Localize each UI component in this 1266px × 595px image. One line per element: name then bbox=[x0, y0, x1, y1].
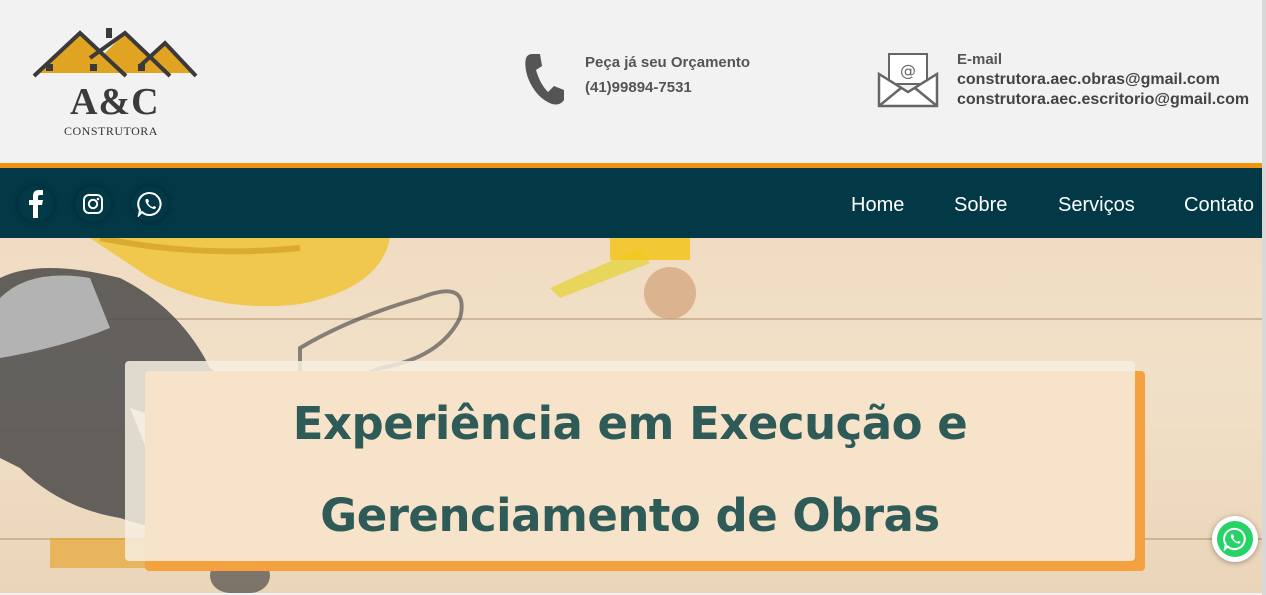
svg-text:@: @ bbox=[900, 61, 916, 80]
phone-icon bbox=[522, 50, 582, 110]
logo-subtitle: CONSTRUTORA bbox=[64, 124, 158, 138]
instagram-icon[interactable] bbox=[75, 186, 111, 222]
facebook-icon[interactable] bbox=[18, 186, 54, 222]
logo-wordmark: A&C bbox=[70, 81, 160, 123]
site-header: A&C CONSTRUTORA Peça já seu Orçamento (4… bbox=[0, 0, 1262, 163]
hero-title-line-2: Gerenciamento de Obras bbox=[320, 489, 940, 542]
nav-about[interactable]: Sobre bbox=[954, 194, 1007, 217]
email-address-obras[interactable]: construtora.aec.obras@gmail.com bbox=[957, 70, 1249, 90]
page-scrollbar[interactable] bbox=[1262, 0, 1266, 595]
hero-title: Experiência em Execução e Gerenciamento … bbox=[125, 378, 1135, 562]
envelope-icon: @ bbox=[877, 52, 939, 112]
email-address-escritorio[interactable]: construtora.aec.escritorio@gmail.com bbox=[957, 90, 1249, 110]
whatsapp-icon bbox=[1217, 521, 1253, 557]
email-contact: @ E-mail construtora.aec.obras@gmail.com… bbox=[877, 51, 1249, 112]
hero-banner: Experiência em Execução e Gerenciamento … bbox=[0, 238, 1262, 593]
whatsapp-icon[interactable] bbox=[132, 186, 168, 222]
whatsapp-floating-button[interactable] bbox=[1212, 516, 1258, 562]
nav-home[interactable]: Home bbox=[851, 194, 904, 217]
email-label: E-mail bbox=[957, 51, 1003, 68]
quote-label: Peça já seu Orçamento bbox=[585, 54, 751, 71]
nav-contact[interactable]: Contato bbox=[1184, 194, 1254, 217]
hero-title-line-1: Experiência em Execução e bbox=[292, 397, 968, 450]
main-navbar: Home Sobre Serviços Contato bbox=[0, 163, 1262, 238]
company-logo[interactable]: A&C CONSTRUTORA bbox=[30, 28, 200, 140]
phone-number[interactable]: (41)99894-7531 bbox=[585, 75, 750, 100]
roof-logo-graphic bbox=[32, 28, 198, 78]
nav-services[interactable]: Serviços bbox=[1058, 194, 1135, 217]
phone-contact: Peça já seu Orçamento (41)99894-7531 bbox=[522, 50, 750, 110]
